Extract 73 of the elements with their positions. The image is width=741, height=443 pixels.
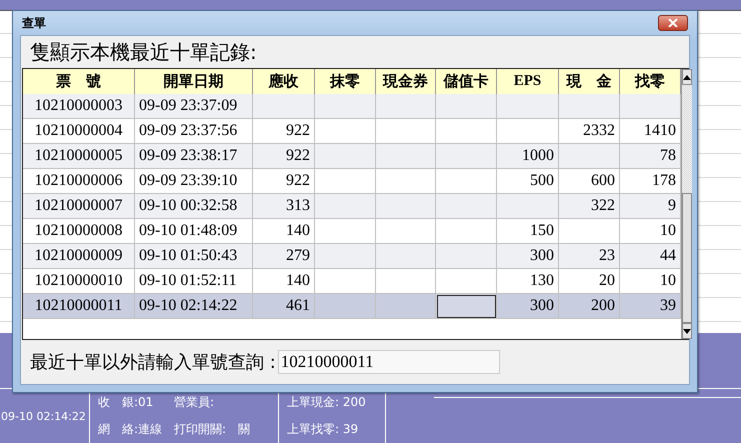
table-cell: 10210000007 (23, 194, 135, 219)
table-cell: 09-10 00:32:58 (135, 194, 253, 219)
table-cell: 10210000008 (23, 219, 135, 244)
table-cell: 10210000003 (23, 94, 135, 119)
table-cell: 322 (559, 194, 620, 219)
table-cell: 09-10 01:50:43 (135, 244, 253, 269)
column-header: 抹零 (315, 69, 376, 95)
table-cell: 178 (620, 169, 681, 194)
dialog-heading: 隻顯示本機最近十單記錄: (29, 38, 258, 66)
table-cell: 10210000005 (23, 144, 135, 169)
table-cell: 600 (559, 169, 620, 194)
table-cell: 300 (497, 244, 559, 269)
scroll-up-button[interactable] (682, 69, 692, 85)
status-text: 上單現金: 200 (287, 394, 367, 411)
table-cell: 922 (253, 144, 315, 169)
scroll-down-button[interactable] (682, 323, 692, 339)
status-text: 上單找零: 39 (287, 421, 360, 438)
column-header: 應收 (253, 69, 315, 95)
table-cell: 39 (620, 294, 681, 319)
status-text: 網 絡:連線 (98, 421, 164, 438)
column-header: 票 號 (23, 69, 135, 95)
table-cell: 140 (253, 219, 315, 244)
scrollbar-thumb[interactable] (682, 193, 692, 323)
column-header: 找零 (620, 69, 681, 95)
close-button[interactable] (658, 15, 688, 31)
table-cell: 10210000004 (23, 119, 135, 144)
table-cell: 279 (253, 244, 315, 269)
table-cell: 23 (559, 244, 620, 269)
table-cell: 1000 (497, 144, 559, 169)
close-icon (668, 19, 678, 27)
table-cell: 150 (497, 219, 559, 244)
table-cell: 09-09 23:37:09 (135, 94, 253, 119)
search-label: 最近十單以外請輸入單號查詢 : (30, 351, 276, 374)
up-arrow-icon (683, 74, 691, 80)
status-text: 收 銀:01 (98, 394, 154, 411)
table-cell: 9 (620, 194, 681, 219)
status-text: 打印開關: 關 (174, 421, 252, 438)
column-header: 現金券 (376, 69, 436, 95)
table-cell: 500 (497, 169, 559, 194)
table-cell: 44 (620, 244, 681, 269)
table-cell: 09-09 23:37:56 (135, 119, 253, 144)
table-cell: 20 (559, 269, 620, 294)
table-cell: 10 (620, 269, 681, 294)
table-cell: 09-09 23:38:17 (135, 144, 253, 169)
window-title: 查單 (22, 14, 46, 32)
table-cell: 2332 (559, 119, 620, 144)
column-header: 儲值卡 (436, 69, 497, 95)
table-cell: 461 (253, 294, 315, 319)
column-header: 開單日期 (135, 69, 253, 95)
table-cell: 10210000006 (23, 169, 135, 194)
table-cell: 09-10 01:48:09 (135, 219, 253, 244)
table-cell: 300 (497, 294, 559, 319)
table-cell: 1410 (620, 119, 681, 144)
down-arrow-icon (683, 328, 691, 334)
table-cell: 78 (620, 144, 681, 169)
table-cell: 10210000010 (23, 269, 135, 294)
table-cell: 922 (253, 169, 315, 194)
table-cell: 200 (559, 294, 620, 319)
table-cell: 09-10 01:52:11 (135, 269, 253, 294)
table-cell: 09-10 02:14:22 (135, 294, 253, 319)
table-cell: 140 (253, 269, 315, 294)
column-header: 現 金 (559, 69, 620, 95)
table-cell: 130 (497, 269, 559, 294)
ticket-number-field[interactable]: 10210000011 (278, 350, 500, 374)
table-cell: 09-09 23:39:10 (135, 169, 253, 194)
table-cell: 10210000009 (23, 244, 135, 269)
status-text: 09-10 02:14:22 (1, 410, 85, 422)
table-cell: 922 (253, 119, 315, 144)
column-header: EPS (497, 69, 559, 95)
table-cell: 10 (620, 219, 681, 244)
table-cell: 313 (253, 194, 315, 219)
table-cell: 10210000011 (23, 294, 135, 319)
status-text: 營業員: (174, 394, 216, 411)
